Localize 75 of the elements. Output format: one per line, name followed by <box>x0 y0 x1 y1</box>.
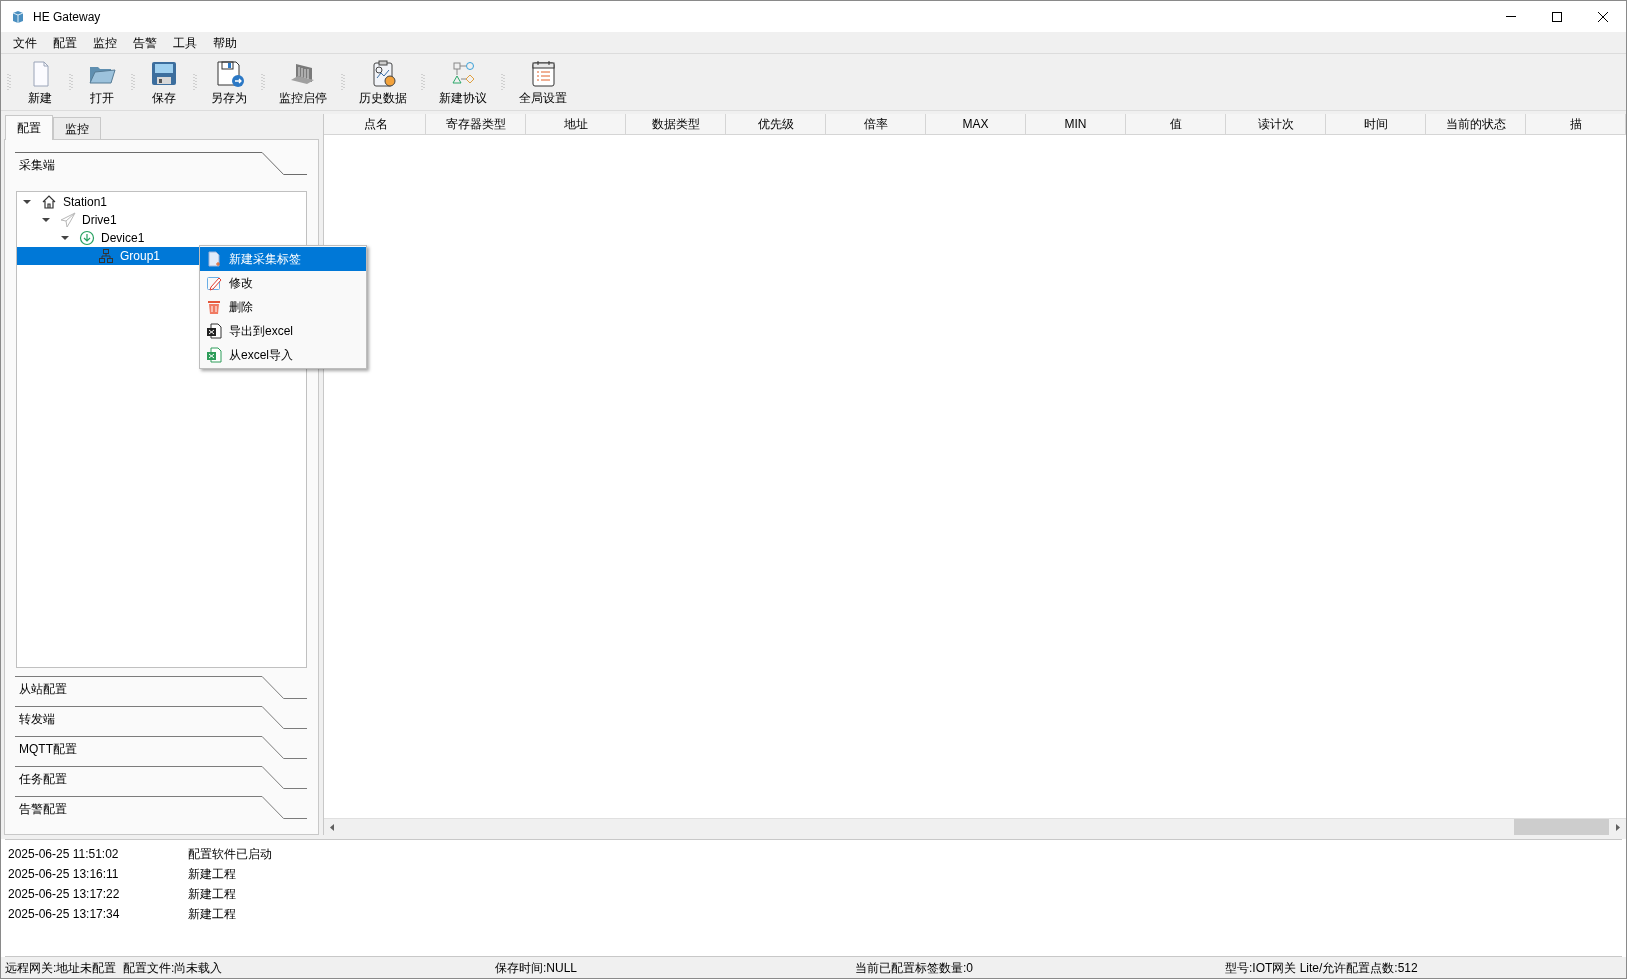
toolbar-grip-icon <box>501 73 505 91</box>
section-header[interactable]: MQTT配置 <box>15 736 308 766</box>
log-time: 2025-06-25 13:17:34 <box>8 906 121 923</box>
column-header[interactable]: 当前的状态 <box>1426 114 1526 134</box>
column-header[interactable]: 读计次 <box>1226 114 1326 134</box>
log-time: 2025-06-25 13:17:22 <box>8 886 121 903</box>
menu-item[interactable]: 文件 <box>5 32 45 53</box>
section-header[interactable]: 采集端 <box>15 152 308 182</box>
document-plus-icon <box>206 251 222 267</box>
column-header[interactable]: 寄存器类型 <box>426 114 526 134</box>
toolbar-grip-icon <box>131 73 135 91</box>
status-text: 保存时间:NULL <box>495 959 578 977</box>
window-title: HE Gateway <box>33 8 101 26</box>
paper-plane-icon <box>60 212 76 228</box>
status-text: 远程网关:地址未配置 配置文件:尚未载入 <box>5 959 224 977</box>
toolbar-button[interactable]: 全局设置 <box>509 55 577 109</box>
column-header[interactable]: 倍率 <box>826 114 926 134</box>
log-message: 新建工程 <box>188 906 236 923</box>
menu-item[interactable]: 告警 <box>125 32 165 53</box>
log-time: 2025-06-25 13:16:11 <box>8 866 120 883</box>
log-message: 配置软件已启动 <box>188 846 272 863</box>
excel-import-icon <box>206 347 222 363</box>
column-header[interactable]: 值 <box>1126 114 1226 134</box>
menu-item[interactable]: 配置 <box>45 32 85 53</box>
section-header[interactable]: 任务配置 <box>15 766 308 796</box>
menu-item[interactable]: 监控 <box>85 32 125 53</box>
toolbar-button[interactable]: 监控启停 <box>269 55 337 109</box>
hierarchy-icon <box>98 248 114 264</box>
status-text: 当前已配置标签数量:0 <box>855 959 974 977</box>
section-header[interactable]: 告警配置 <box>15 796 308 826</box>
toolbar-grip-icon <box>69 73 73 91</box>
house-icon <box>41 194 57 210</box>
column-header[interactable]: MAX <box>926 114 1026 134</box>
toolbar-grip-icon <box>421 73 425 91</box>
close-icon <box>1598 11 1608 22</box>
toolbar-button[interactable]: 历史数据 <box>349 55 417 109</box>
log-time: 2025-06-25 11:51:02 <box>8 846 120 863</box>
column-header[interactable]: 时间 <box>1326 114 1426 134</box>
column-header[interactable]: 优先级 <box>726 114 826 134</box>
column-header[interactable]: 点名 <box>326 114 426 134</box>
toolbar-button[interactable]: 新建协议 <box>429 55 497 109</box>
trash-icon <box>206 299 222 315</box>
toolbar-button[interactable]: 保存 <box>139 55 189 109</box>
download-circle-icon <box>79 230 95 246</box>
toolbar-button[interactable]: 另存为 <box>201 55 257 109</box>
column-header[interactable]: MIN <box>1026 114 1126 134</box>
tree-item[interactable]: Station1 <box>17 193 306 211</box>
menu-item[interactable]: 工具 <box>165 32 205 53</box>
column-header[interactable]: 地址 <box>526 114 626 134</box>
toolbar-grip-icon <box>7 73 11 91</box>
menu-item[interactable]: 帮助 <box>205 32 245 53</box>
panel-tab[interactable]: 监控 <box>53 117 101 139</box>
tree-item[interactable]: Device1 <box>17 229 306 247</box>
section-header[interactable]: 从站配置 <box>15 676 308 706</box>
excel-export-icon <box>206 323 222 339</box>
toolbar-grip-icon <box>341 73 345 91</box>
toolbar-grip-icon <box>193 73 197 91</box>
toolbar-button[interactable]: 新建 <box>15 55 65 109</box>
app-icon <box>11 9 25 24</box>
column-header[interactable]: 描 <box>1526 114 1626 134</box>
horizontal-scrollbar[interactable] <box>324 818 1626 835</box>
section-header[interactable]: 转发端 <box>15 706 308 736</box>
status-text: 型号:IOT网关 Lite/允许配置点数:512 <box>1225 959 1419 977</box>
maximize-icon <box>1552 11 1562 22</box>
column-header[interactable]: 数据类型 <box>626 114 726 134</box>
scrollbar-thumb[interactable] <box>1514 819 1609 835</box>
log-message: 新建工程 <box>188 886 236 903</box>
toolbar-button[interactable]: 打开 <box>77 55 127 109</box>
tree-item[interactable]: Drive1 <box>17 211 306 229</box>
toolbar-grip-icon <box>261 73 265 91</box>
pencil-icon <box>206 275 222 291</box>
context-menu-item[interactable]: 新建采集标签 <box>200 247 366 271</box>
panel-tab[interactable]: 配置 <box>5 115 53 140</box>
minimize-icon <box>1506 16 1516 17</box>
log-message: 新建工程 <box>188 866 236 883</box>
